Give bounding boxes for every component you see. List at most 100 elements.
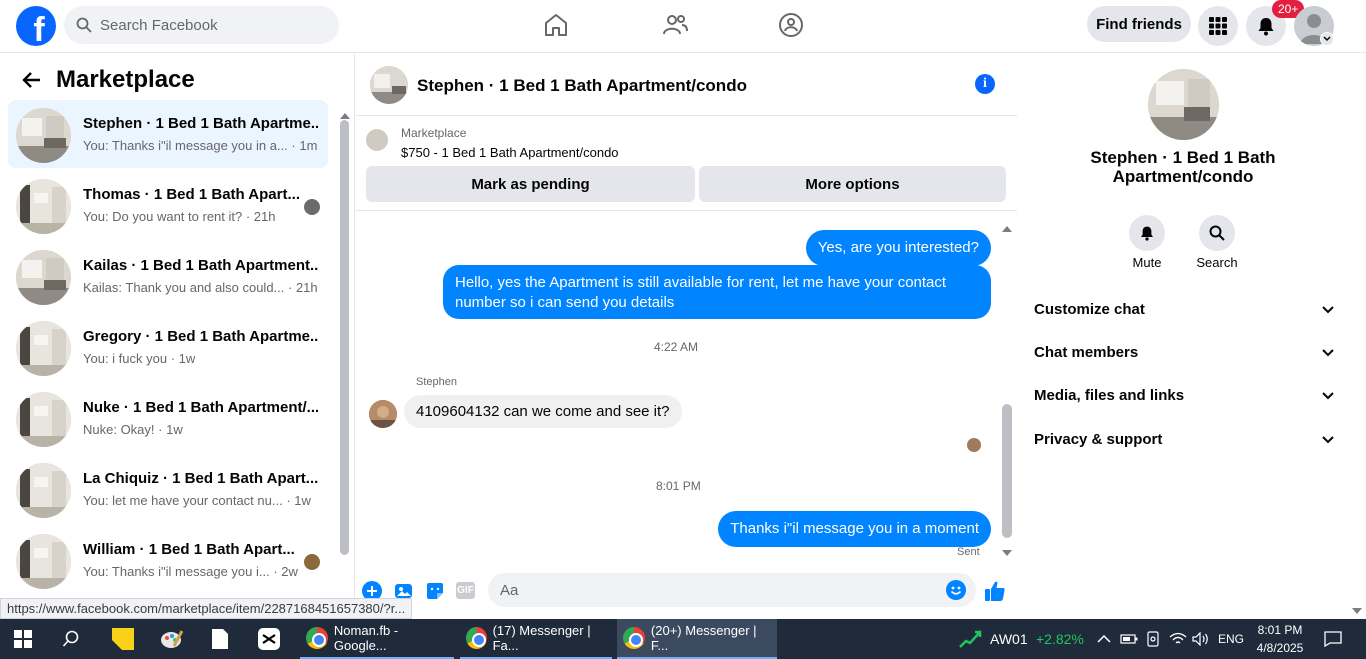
seen-avatar [967,438,981,452]
wifi-icon[interactable] [1169,619,1187,659]
emoji-icon[interactable] [946,580,966,600]
paint-app-icon[interactable] [160,619,184,659]
conversation-thumbnail [16,534,71,589]
conversation-item[interactable]: Thomas · 1 Bed 1 Bath Apart... You: Do yo… [8,171,328,239]
listing-price[interactable]: $750 - 1 Bed 1 Bath Apartment/condo [401,145,619,160]
messages-scrollbar[interactable] [1002,404,1012,538]
find-friends-button[interactable]: Find friends [1087,6,1191,42]
conversation-thumbnail [16,463,71,518]
scroll-up-arrow-icon[interactable] [1002,219,1012,237]
stock-chart-icon[interactable] [958,619,982,659]
file-icon[interactable] [211,619,229,659]
back-arrow-icon[interactable] [22,70,42,95]
conversation-thumbnail [16,179,71,234]
preview-text: You: let me have your contact nu... [83,493,283,508]
taskbar-window-title: Noman.fb - Google... [333,623,399,653]
thumbs-up-icon[interactable] [984,580,1006,607]
preview-text: You: Do you want to rent it? [83,209,243,224]
chat-members-section[interactable]: Chat members [1034,344,1334,361]
preview-text: You: i fuck you [83,351,168,366]
listing-thumbnail[interactable] [366,129,388,151]
message-outgoing[interactable]: Hello, yes the Apartment is still availa… [443,265,991,319]
taskbar-chrome-window[interactable]: (17) Messenger | Fa... [460,619,612,659]
conversation-item[interactable]: William · 1 Bed 1 Bath Apart... You: Than… [8,526,328,594]
mute-button[interactable] [1129,215,1165,251]
conversation-thumbnail [16,108,71,163]
volume-icon[interactable] [1192,619,1210,659]
search-conversation-button[interactable] [1199,215,1235,251]
info-icon[interactable]: i [975,74,995,94]
gif-icon[interactable]: GIF [456,582,475,599]
more-options-button[interactable]: More options [699,166,1006,202]
delivery-status: Sent [957,546,980,558]
windows-taskbar: Noman.fb - Google... (17) Messenger | Fa… [0,619,1366,659]
message-incoming[interactable]: 4109604132 can we come and see it? [404,395,682,428]
conversation-name: William · 1 Bed 1 Bath Apart... [83,541,295,558]
chevron-up-icon[interactable] [1097,619,1111,659]
sender-avatar[interactable] [369,400,397,428]
friends-icon[interactable] [660,10,690,40]
bell-icon [1141,226,1153,241]
message-input[interactable]: Aa [488,573,976,607]
notification-center-icon[interactable] [1324,619,1342,659]
mark-as-pending-button[interactable]: Mark as pending [366,166,695,202]
conversation-preview: Nuke: Okay! · 1w [83,422,183,437]
chat-avatar[interactable] [370,66,408,104]
battery-icon[interactable] [1120,619,1138,659]
mute-label: Mute [1132,255,1162,270]
conversation-item[interactable]: Kailas · 1 Bed 1 Bath Apartment... Kailas… [8,242,328,310]
capcut-icon[interactable] [258,619,280,659]
preview-text: You: Thanks i"il message you i... [83,564,270,579]
conversation-name: Kailas · 1 Bed 1 Bath Apartment... [83,257,318,274]
conversation-item[interactable]: Gregory · 1 Bed 1 Bath Apartme... You: i … [8,313,328,381]
facebook-logo[interactable]: f [16,6,56,46]
stock-change: +2.82% [1036,631,1084,647]
message-timestamp: 8:01 PM [656,479,701,493]
message-outgoing[interactable]: Thanks i"il message you in a moment [718,511,991,547]
grid-icon [1209,17,1227,35]
section-label: Privacy & support [1034,431,1163,448]
taskbar-chrome-window-active[interactable]: (20+) Messenger | F... [617,619,777,659]
section-label: Chat members [1034,344,1139,361]
search-label: Search [1196,255,1238,270]
listing-source: Marketplace [401,126,467,140]
preview-time: · 1m [291,138,318,153]
chat-details-title: Stephen · 1 Bed 1 Bath Apartment/condo [1090,148,1276,186]
conversation-preview: You: Thanks i"il message you i... · 2w [83,564,298,579]
sticker-icon[interactable] [425,581,445,606]
language-indicator[interactable]: ENG [1218,619,1244,659]
device-icon[interactable] [1145,619,1161,659]
conversation-list-scrollbar[interactable] [340,120,349,555]
bell-icon [1258,18,1274,36]
conversation-item[interactable]: Stephen · 1 Bed 1 Bath Apartme... You: Th… [8,100,328,168]
search-icon [1209,225,1225,241]
scroll-down-arrow-icon[interactable] [1002,545,1012,563]
taskbar-search-icon[interactable] [62,619,80,659]
sticky-notes-icon[interactable] [112,619,134,659]
chevron-down-icon [1322,435,1334,443]
taskbar-chrome-window[interactable]: Noman.fb - Google... [300,619,454,659]
preview-time: · 21h [245,209,276,224]
search-bar[interactable]: Search Facebook [64,6,339,44]
message-outgoing[interactable]: Yes, are you interested? [805,230,991,266]
privacy-support-section[interactable]: Privacy & support [1034,431,1334,448]
conversation-name: Nuke · 1 Bed 1 Bath Apartment/... [83,399,318,416]
conversation-preview: You: i fuck you · 1w [83,351,195,366]
system-clock[interactable]: 8:01 PM 4/8/2025 [1250,621,1310,657]
preview-time: · 1w [170,351,196,366]
section-label: Media, files and links [1034,387,1185,404]
media-files-links-section[interactable]: Media, files and links [1034,387,1334,404]
home-icon[interactable] [541,10,571,40]
conversation-name: Thomas · 1 Bed 1 Bath Apart... [83,186,300,203]
menu-grid-button[interactable] [1198,6,1238,46]
customize-chat-section[interactable]: Customize chat [1034,301,1334,318]
conversation-item[interactable]: Nuke · 1 Bed 1 Bath Apartment/... Nuke: O… [8,384,328,452]
groups-icon[interactable] [776,10,806,40]
chat-details-avatar[interactable] [1148,69,1219,140]
account-chevron-icon[interactable] [1320,32,1334,46]
conversation-item[interactable]: La Chiquiz · 1 Bed 1 Bath Apart... You: l… [8,455,328,523]
chat-title: Stephen · 1 Bed 1 Bath Apartment/condo [417,76,747,95]
windows-start-icon[interactable] [14,619,32,659]
clock-time: 8:01 PM [1257,623,1303,637]
sender-name: Stephen [416,376,457,388]
